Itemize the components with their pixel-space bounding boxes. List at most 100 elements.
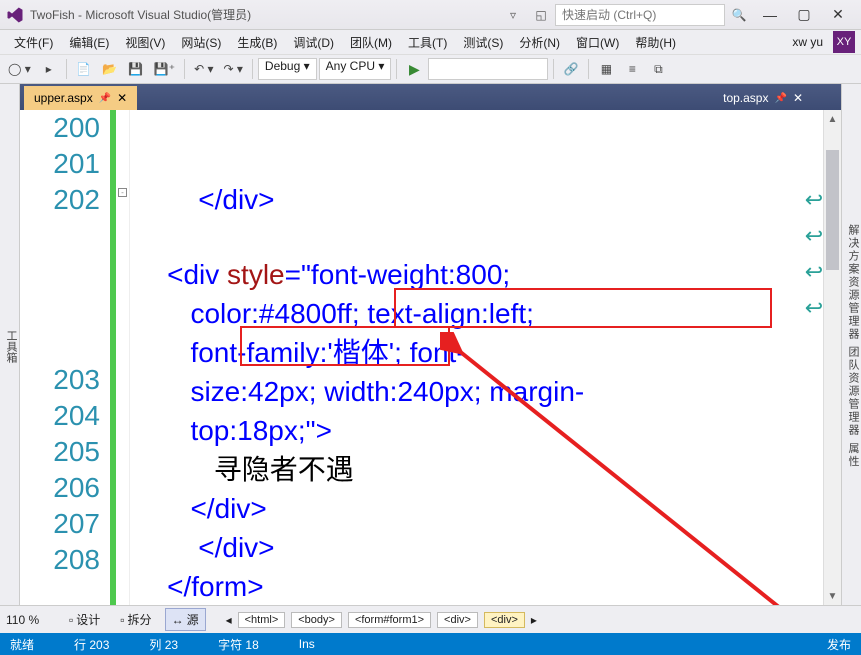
title-bar: TwoFish - Microsoft Visual Studio(管理员) ▿… [0,0,861,30]
scroll-thumb[interactable] [826,150,839,270]
left-toolbox-tab[interactable]: 工具箱 [0,84,20,605]
menu-tools[interactable]: 工具(T) [400,34,455,51]
browser-link-button[interactable]: 🔗 [559,57,583,81]
menu-team[interactable]: 团队(M) [342,34,400,51]
breadcrumb-html[interactable]: <html> [238,612,286,628]
breadcrumb-form[interactable]: <form#form1> [348,612,431,628]
notifications-icon[interactable]: ◱ [527,1,555,29]
start-button[interactable]: ▶ [402,57,426,81]
line-number: 208 [20,542,100,578]
highlight-box-1 [394,288,772,328]
editor-bottom-bar: 110 % ▫ 设计 ▫ 拆分 ↔ 源 ◂ <html> <body> <for… [0,605,861,633]
status-col: 列 23 [149,636,178,653]
line-number: 202 [20,182,100,218]
code-surface[interactable]: </div> <div style="font-weight:800; colo… [130,110,823,605]
document-tabs: upper.aspx 📌 ✕ top.aspx 📌 ✕ [20,84,841,110]
right-tool-tabs[interactable]: 解决方案资源管理器 团队资源管理器 属性 [841,84,861,605]
tab-upper-aspx[interactable]: upper.aspx 📌 ✕ [24,86,137,110]
config-combo[interactable]: Debug ▾ [258,58,317,80]
window-title: TwoFish - Microsoft Visual Studio(管理员) [30,6,251,23]
tab-label: top.aspx [723,91,768,105]
maximize-button[interactable]: ▢ [787,1,821,29]
word-wrap-icon: ↩ [805,254,823,290]
word-wrap-icon: ↩ [805,218,823,254]
nav-fwd-button[interactable]: ▸ [37,57,61,81]
code-editor[interactable]: 200 201 202 203 204 205 206 207 208 - </… [20,110,841,605]
status-publish[interactable]: 发布 [827,636,851,653]
separator [66,59,67,79]
tab-top-aspx[interactable]: top.aspx 📌 ✕ [713,86,813,110]
word-wrap-icon: ↩ [805,290,823,326]
view-design-button[interactable]: ▫ 设计 [62,608,107,631]
vertical-scrollbar[interactable]: ▲ ▼ [823,110,841,605]
save-all-button[interactable]: 💾⁺ [150,57,179,81]
scroll-up-icon[interactable]: ▲ [824,110,841,128]
menu-build[interactable]: 生成(B) [229,34,285,51]
breadcrumb-div[interactable]: <div> [437,612,478,628]
line-number: 204 [20,398,100,434]
separator [553,59,554,79]
minimize-button[interactable]: — [753,1,787,29]
save-button[interactable]: 💾 [124,57,148,81]
menu-view[interactable]: 视图(V) [117,34,173,51]
breadcrumb-div-current[interactable]: <div> [484,612,525,628]
user-avatar[interactable]: XY [833,31,855,53]
status-ins: Ins [299,637,315,651]
menu-edit[interactable]: 编辑(E) [61,34,117,51]
editor-area: upper.aspx 📌 ✕ top.aspx 📌 ✕ 200 201 202 … [20,84,841,605]
status-bar: 就绪 行 203 列 23 字符 18 Ins 发布 [0,633,861,655]
vs-logo-icon [6,6,24,24]
highlight-box-2 [240,326,450,366]
pin-icon[interactable]: 📌 [99,93,111,104]
redo-button[interactable]: ↷ ▾ [220,57,247,81]
close-button[interactable]: ✕ [821,1,855,29]
start-target-combo[interactable] [428,58,548,80]
view-source-button[interactable]: ↔ 源 [165,608,206,631]
scroll-down-icon[interactable]: ▼ [824,587,841,605]
line-number: 201 [20,146,100,182]
menu-debug[interactable]: 调试(D) [285,34,342,51]
tool-a-button[interactable]: ▦ [594,57,618,81]
undo-button[interactable]: ↶ ▾ [190,57,217,81]
status-char: 字符 18 [218,636,259,653]
menu-help[interactable]: 帮助(H) [627,34,684,51]
new-button[interactable]: 📄 [72,57,96,81]
collapse-toggle-icon[interactable]: - [118,188,127,197]
menu-bar: 文件(F) 编辑(E) 视图(V) 网站(S) 生成(B) 调试(D) 团队(M… [0,30,861,54]
tool-b-button[interactable]: ≡ [620,57,644,81]
breadcrumb-nav-icon[interactable]: ▸ [531,613,537,627]
separator [252,59,253,79]
menu-file[interactable]: 文件(F) [6,34,61,51]
search-icon[interactable]: 🔍 [725,1,753,29]
tab-close-icon[interactable]: ✕ [117,91,127,105]
view-split-button[interactable]: ▫ 拆分 [113,608,158,631]
menu-window[interactable]: 窗口(W) [568,34,627,51]
nav-back-button[interactable]: ◯ ▾ [4,57,35,81]
line-number: 207 [20,506,100,542]
menu-test[interactable]: 测试(S) [455,34,511,51]
menu-analyze[interactable]: 分析(N) [511,34,568,51]
separator [396,59,397,79]
tool-c-button[interactable]: ⧉ [646,57,670,81]
tab-close-icon[interactable]: ✕ [793,91,803,105]
zoom-level[interactable]: 110 % [6,613,56,627]
menu-website[interactable]: 网站(S) [173,34,229,51]
outlining-margin[interactable]: - [116,110,130,605]
line-number: 200 [20,110,100,146]
platform-combo[interactable]: Any CPU ▾ [319,58,392,80]
quick-launch-input[interactable] [555,4,725,26]
line-number-gutter: 200 201 202 203 204 205 206 207 208 [20,110,116,605]
line-number: 203 [20,362,100,398]
flag-icon[interactable]: ▿ [499,1,527,29]
annotation-arrow-icon [440,332,840,605]
separator [184,59,185,79]
open-button[interactable]: 📂 [98,57,122,81]
line-number: 205 [20,434,100,470]
pin-icon[interactable]: 📌 [774,93,786,104]
main-toolbar: ◯ ▾ ▸ 📄 📂 💾 💾⁺ ↶ ▾ ↷ ▾ Debug ▾ Any CPU ▾… [0,54,861,84]
status-line: 行 203 [74,636,109,653]
line-number: 206 [20,470,100,506]
breadcrumb-nav-icon[interactable]: ◂ [226,613,232,627]
breadcrumb-body[interactable]: <body> [291,612,342,628]
user-name[interactable]: xw yu [786,35,829,49]
